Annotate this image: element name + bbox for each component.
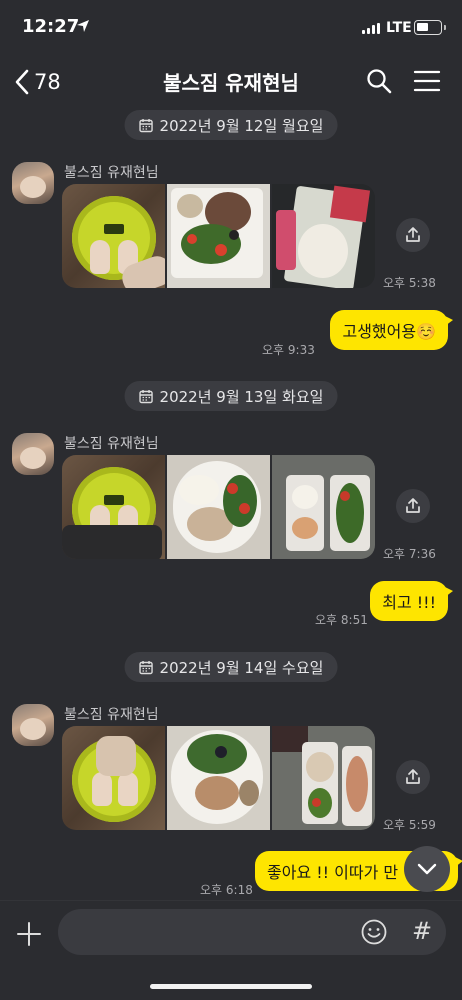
share-button[interactable] [396, 760, 430, 794]
calendar-icon [139, 389, 153, 403]
photo-scale[interactable] [62, 184, 165, 288]
back-button[interactable]: 78 [14, 64, 61, 100]
message-time: 오후 9:33 [262, 343, 315, 357]
message-time: 오후 8:51 [315, 613, 368, 627]
share-icon [406, 498, 420, 513]
avatar[interactable] [12, 704, 54, 746]
photo-meal[interactable] [167, 726, 270, 830]
calendar-icon [139, 660, 153, 674]
battery-icon [414, 20, 446, 35]
photo-lunchbox[interactable] [272, 455, 375, 559]
photo-lunchbox[interactable] [272, 726, 375, 830]
date-text: 2022년 9월 12일 월요일 [159, 116, 324, 135]
hash-icon[interactable]: # [408, 917, 436, 945]
photo-group [62, 455, 375, 559]
chevron-down-icon [417, 863, 437, 875]
date-divider: 2022년 9월 13일 화요일 [124, 381, 338, 411]
home-indicator [150, 984, 312, 989]
status-time: 12:27 [22, 16, 80, 37]
photo-scale[interactable] [62, 726, 165, 830]
signal-icon [362, 23, 380, 34]
avatar[interactable] [12, 162, 54, 204]
photo-meal[interactable] [167, 184, 270, 288]
share-button[interactable] [396, 489, 430, 523]
photo-chicken-pack[interactable] [272, 184, 375, 288]
message-time: 오후 6:18 [200, 883, 253, 897]
share-button[interactable] [396, 218, 430, 252]
photo-meal[interactable] [167, 455, 270, 559]
date-divider: 2022년 9월 12일 월요일 [124, 110, 338, 140]
share-icon [406, 227, 420, 242]
chat-header: 78 불스짐 유재현님 [0, 54, 462, 110]
network-label: LTE [386, 20, 412, 36]
plus-icon[interactable] [14, 919, 44, 949]
sender-name: 불스짐 유재현님 [64, 165, 159, 181]
photo-group [62, 184, 375, 288]
sender-name: 불스짐 유재현님 [64, 436, 159, 452]
message-time: 오후 5:38 [383, 276, 436, 290]
message-time: 오후 5:59 [383, 818, 436, 832]
photo-scale[interactable] [62, 455, 165, 559]
photo-group [62, 726, 375, 830]
search-icon[interactable] [364, 66, 394, 96]
back-chevron-icon [15, 69, 29, 95]
calendar-icon [139, 118, 153, 132]
date-text: 2022년 9월 13일 화요일 [159, 387, 324, 406]
emoji-icon[interactable] [360, 918, 388, 946]
message-time: 오후 7:36 [383, 547, 436, 561]
date-text: 2022년 9월 14일 수요일 [159, 658, 324, 677]
sender-name: 불스짐 유재현님 [64, 707, 159, 723]
avatar[interactable] [12, 433, 54, 475]
outgoing-message[interactable]: 최고 !!! [370, 581, 453, 621]
share-icon [406, 769, 420, 784]
location-arrow-icon [77, 20, 89, 32]
menu-icon[interactable] [412, 66, 442, 96]
scroll-to-bottom-button[interactable] [404, 846, 450, 892]
outgoing-message[interactable]: 고생했어용☺️ [330, 310, 453, 350]
unread-count: 78 [34, 70, 61, 94]
status-bar: 12:27 LTE [0, 0, 462, 54]
date-divider: 2022년 9월 14일 수요일 [124, 652, 338, 682]
